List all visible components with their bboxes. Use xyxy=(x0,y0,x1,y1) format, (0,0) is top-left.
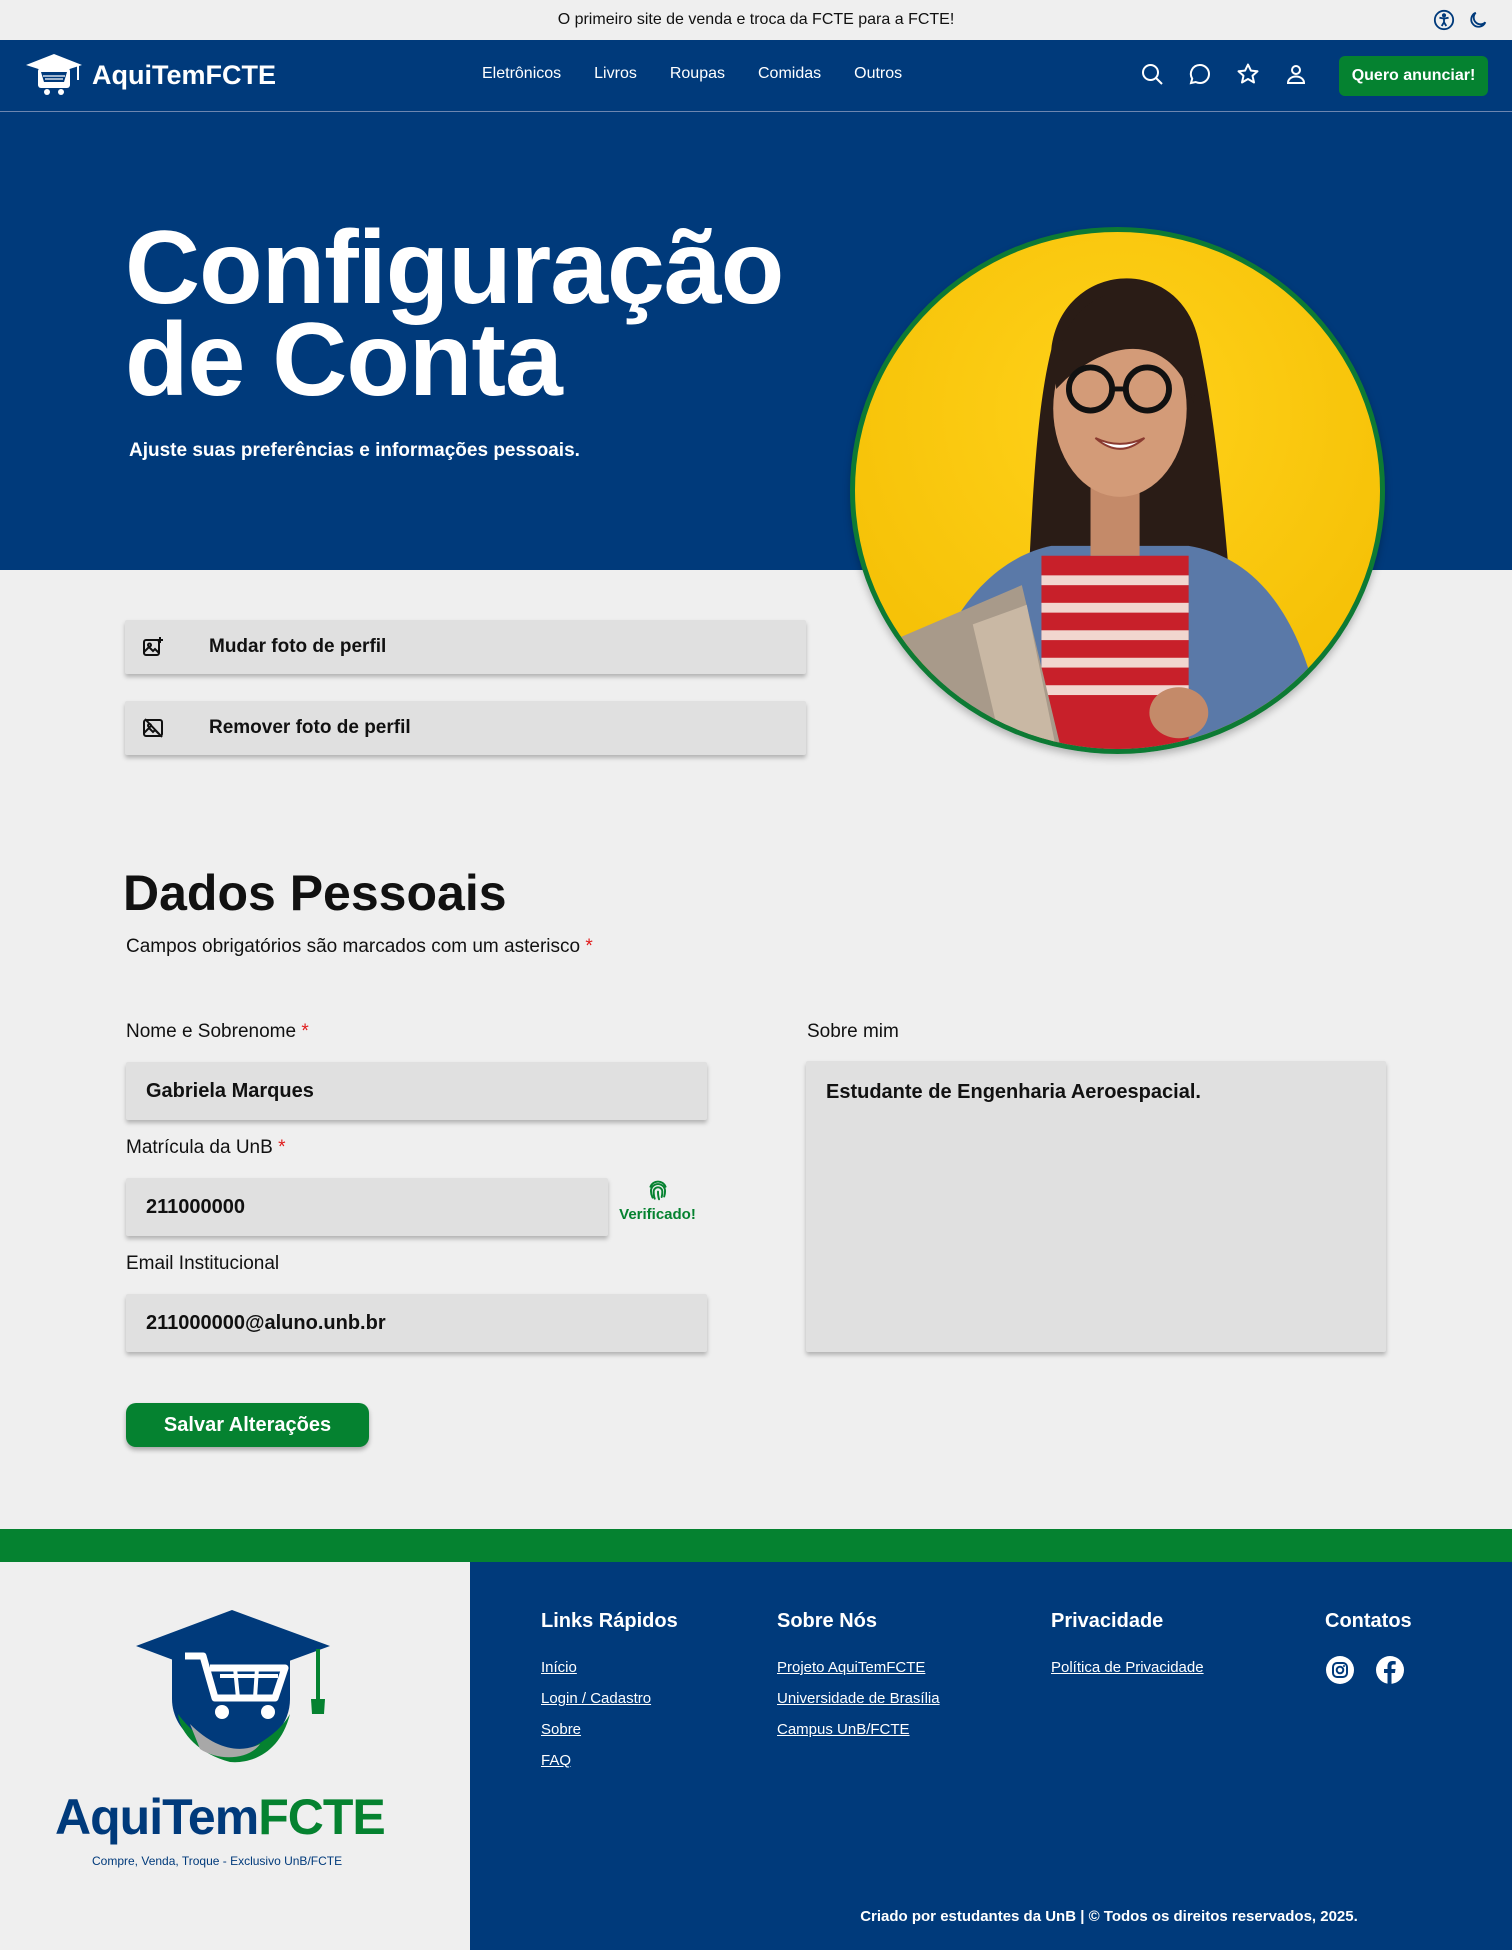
search-icon[interactable] xyxy=(1140,62,1164,86)
verified-badge: Verificado! xyxy=(615,1177,700,1223)
footer-tagline: Compre, Venda, Troque - Exclusivo UnB/FC… xyxy=(92,1854,343,1868)
dark-mode-icon[interactable] xyxy=(1466,8,1490,32)
brand-logo[interactable]: AquiTemFCTE xyxy=(24,50,276,100)
required-note-text: Campos obrigatórios são marcados com um … xyxy=(126,936,581,957)
cart-cap-logo-icon xyxy=(136,1610,330,1763)
nav-link-eletronicos[interactable]: Eletrônicos xyxy=(482,65,561,83)
user-icon[interactable] xyxy=(1284,62,1308,86)
footer-link-inicio[interactable]: Início xyxy=(541,1659,678,1676)
matricula-label: Matrícula da UnB * xyxy=(126,1137,285,1159)
about-label: Sobre mim xyxy=(807,1021,899,1042)
quick-links-column: Links Rápidos Início Login / Cadastro So… xyxy=(541,1610,678,1783)
announcement-text: O primeiro site de venda e troca da FCTE… xyxy=(557,11,955,28)
chat-icon[interactable] xyxy=(1188,62,1212,86)
footer-link-privacy-policy[interactable]: Política de Privacidade xyxy=(1051,1659,1204,1676)
accessibility-icon[interactable] xyxy=(1432,8,1456,32)
remove-photo-label: Remover foto de perfil xyxy=(209,717,411,738)
name-label: Nome e Sobrenome * xyxy=(126,1021,309,1043)
name-label-text: Nome e Sobrenome xyxy=(126,1021,297,1042)
main-navbar: AquiTemFCTE Eletrônicos Livros Roupas Co… xyxy=(0,40,1512,112)
category-nav: Eletrônicos Livros Roupas Comidas Outros xyxy=(482,65,902,83)
profile-photo xyxy=(850,227,1385,754)
change-photo-button[interactable]: Mudar foto de perfil xyxy=(125,620,806,674)
footer-brand-panel: AquiTemFCTE Compre, Venda, Troque - Excl… xyxy=(0,1562,470,1950)
footer-links-panel: Links Rápidos Início Login / Cadastro So… xyxy=(470,1562,1512,1950)
footer-divider xyxy=(0,1529,1512,1562)
matricula-field[interactable]: 211000000 xyxy=(126,1178,608,1236)
about-textarea[interactable]: Estudante de Engenharia Aeroespacial. xyxy=(806,1061,1386,1352)
fingerprint-icon xyxy=(648,1180,667,1201)
remove-photo-button[interactable]: Remover foto de perfil xyxy=(125,701,806,755)
footer-link-login[interactable]: Login / Cadastro xyxy=(541,1690,678,1707)
email-field[interactable]: 211000000@aluno.unb.br xyxy=(126,1294,707,1352)
quick-links-title: Links Rápidos xyxy=(541,1610,678,1632)
footer-credits: Criado por estudantes da UnB | © Todos o… xyxy=(860,1908,1358,1925)
image-remove-icon xyxy=(143,718,163,738)
privacy-title: Privacidade xyxy=(1051,1610,1164,1632)
privacy-column: Privacidade Política de Privacidade xyxy=(1051,1610,1204,1690)
cart-cap-logo-icon xyxy=(26,54,82,95)
facebook-icon[interactable] xyxy=(1375,1655,1405,1685)
about-title: Sobre Nós xyxy=(777,1610,878,1632)
contacts-title: Contatos xyxy=(1325,1610,1412,1632)
page-subtitle: Ajuste suas preferências e informações p… xyxy=(129,440,580,461)
instagram-icon[interactable] xyxy=(1325,1655,1355,1685)
verified-label: Verificado! xyxy=(619,1206,696,1223)
name-field[interactable]: Gabriela Marques xyxy=(126,1062,707,1120)
brand-part-fcte: FCTE xyxy=(258,1789,386,1845)
advertise-button[interactable]: Quero anunciar! xyxy=(1339,56,1488,96)
nav-link-roupas[interactable]: Roupas xyxy=(670,65,725,83)
required-asterisk: * xyxy=(301,1021,309,1042)
favorites-star-icon[interactable] xyxy=(1236,62,1260,86)
brand-name: AquiTemFCTE xyxy=(92,59,276,90)
required-fields-note: Campos obrigatórios são marcados com um … xyxy=(126,936,593,958)
footer-link-sobre[interactable]: Sobre xyxy=(541,1721,678,1738)
save-changes-button[interactable]: Salvar Alterações xyxy=(126,1403,369,1447)
nav-link-livros[interactable]: Livros xyxy=(594,65,637,83)
personal-data-title: Dados Pessoais xyxy=(123,865,507,921)
matricula-label-text: Matrícula da UnB xyxy=(126,1137,273,1158)
footer-link-unb[interactable]: Universidade de Brasília xyxy=(777,1690,940,1707)
brand-part-aquitem: AquiTem xyxy=(55,1789,259,1845)
footer-link-projeto[interactable]: Projeto AquiTemFCTE xyxy=(777,1659,940,1676)
announcement-bar: O primeiro site de venda e troca da FCTE… xyxy=(0,0,1512,40)
page-title: Configuração de Conta xyxy=(125,210,784,418)
about-column: Sobre Nós Projeto AquiTemFCTE Universida… xyxy=(777,1610,940,1752)
required-asterisk: * xyxy=(278,1137,286,1158)
footer-brand-name: AquiTemFCTE xyxy=(55,1788,386,1846)
email-label: Email Institucional xyxy=(126,1253,280,1274)
change-photo-label: Mudar foto de perfil xyxy=(209,636,387,657)
nav-link-comidas[interactable]: Comidas xyxy=(758,65,821,83)
footer-link-faq[interactable]: FAQ xyxy=(541,1752,678,1769)
required-asterisk: * xyxy=(585,936,593,957)
footer-link-campus[interactable]: Campus UnB/FCTE xyxy=(777,1721,940,1738)
image-add-icon xyxy=(143,637,163,656)
nav-link-outros[interactable]: Outros xyxy=(854,65,902,83)
contacts-column: Contatos xyxy=(1325,1610,1412,1685)
